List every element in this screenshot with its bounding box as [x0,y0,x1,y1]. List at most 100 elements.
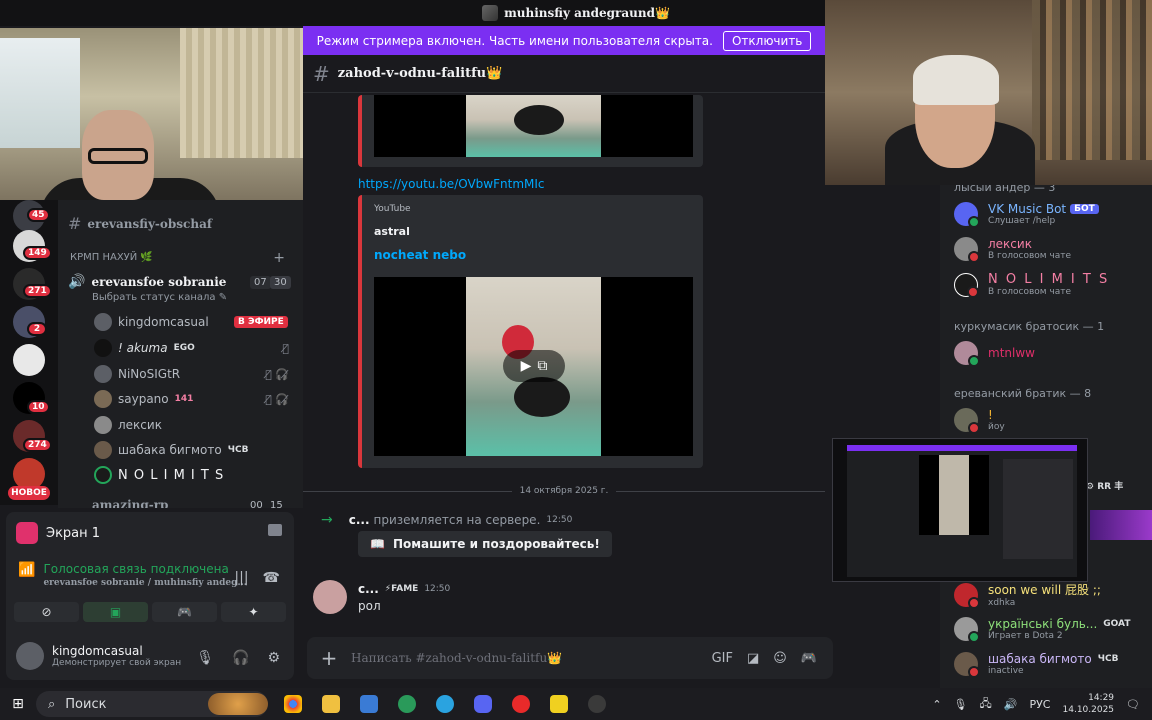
voice-connection-status[interactable]: 📶 Голосовая связь подключена erevansfoe … [18,562,247,588]
message-author[interactable]: с... [358,582,379,596]
voice-user[interactable]: saypano 141 [94,390,193,408]
disable-streamer-mode-button[interactable]: Отключить [722,30,812,51]
gamepad-icon[interactable]: 🎮 [801,651,817,666]
play-button[interactable]: ▶ ⧉ [503,350,565,382]
clock[interactable]: 14:29 14.10.2025 [1063,692,1115,716]
member-name: mtnlww [988,346,1035,360]
notification-icon[interactable]: 🗨 [1126,698,1140,711]
camera-off-button[interactable]: ⊘ [14,602,79,622]
user-controls: 🎙 🎧 ⚙ [196,650,280,666]
language-indicator[interactable]: РУС [1029,698,1050,711]
server-icon[interactable]: 149 [13,230,52,262]
member-item[interactable]: mtnlww [954,341,1035,367]
member-item[interactable]: лексик В голосовом чате [954,237,1071,263]
chrome-icon[interactable] [284,695,302,713]
join-user[interactable]: с... [349,513,370,527]
stream-preview-pip[interactable] [832,438,1088,582]
voice-user[interactable]: шабака бигмото ЧСВ [94,441,248,459]
chat-area: # zahod-v-odnu-falitfu👑 https://youtu.be… [303,55,833,688]
voice-user-limit: 15 [270,500,283,508]
chevron-up-icon[interactable]: ⌃ [932,698,941,711]
voice-user[interactable]: NiNoSIGtR [94,365,180,383]
headphones-icon[interactable]: 🎧 [232,650,249,666]
member-item[interactable]: N O L I M I T S В голосовом чате [954,272,1109,298]
avatar[interactable] [313,580,347,614]
join-text: приземляется на сервере. [373,513,541,527]
activities-button[interactable]: 🎮 [152,602,217,622]
disconnect-icon[interactable]: ☎ [263,570,280,586]
avatar [954,652,980,678]
app-icon[interactable] [398,695,416,713]
gif-icon[interactable]: GIF [712,651,733,666]
member-item[interactable]: soon we will 屁股 ;; xdhka [954,581,1101,609]
taskbar-search[interactable]: ⌕ Поиск [36,691,268,717]
voice-channel-amazing-rp[interactable]: amazing-rp [68,498,168,508]
sticker-icon[interactable]: ◪ [747,651,759,666]
set-channel-status[interactable]: Выбрать статус канала ✎ [92,292,227,303]
channel-erevansfiy-obschaf[interactable]: # erevansfiy-obschaf [68,214,212,233]
network-icon[interactable]: 🖧 [980,695,992,714]
voice-user[interactable]: kingdomcasual [94,313,209,331]
mic-icon[interactable]: 🎙 [954,698,968,711]
yandex-icon[interactable] [512,695,530,713]
server-icon[interactable]: 45 [13,200,50,232]
volume-icon[interactable]: 🔊 [1004,698,1018,711]
soundboard-button[interactable]: ✦ [221,602,286,622]
emoji-icon[interactable]: ☺ [773,651,787,666]
member-item[interactable]: шабака бигмото ЧСВ inactive [954,652,1118,678]
deafened-icon: 🎙̸ 🎧̸ [265,368,289,381]
video-thumbnail[interactable] [374,95,693,157]
telegram-icon[interactable] [436,695,454,713]
link-text: https://youtu.be/OVbwFntmMIc [358,177,545,191]
voice-panel: Экран 1 📶 Голосовая связь подключена ere… [6,512,294,680]
server-icon[interactable]: 10 [13,382,50,414]
member-item[interactable]: українські буль... GOAT Играет в Dota 2 [954,617,1130,643]
server-icon[interactable]: 274 [13,420,52,452]
voice-user[interactable]: ! akuma EGO [94,339,195,357]
server-icon[interactable] [13,344,45,376]
video-shoe [514,105,564,135]
mic-icon[interactable]: 🎙 [196,650,214,666]
server-icon[interactable]: 2 [13,306,47,338]
signal-icon: 📶 [18,562,36,578]
video-player[interactable]: ▶ ⧉ [374,277,693,456]
member-item[interactable]: ! йоу [954,408,1005,434]
user-panel[interactable]: kingdomcasual Демонстрирует свой экран [16,642,181,670]
embed-title[interactable]: nocheat nebo [374,248,466,262]
gear-icon[interactable]: ⚙ [267,650,280,666]
embed-author: astral [374,225,410,238]
attach-icon[interactable]: + [307,646,351,670]
user-tag: 141 [174,394,194,404]
store-icon[interactable] [360,695,378,713]
channel-title: zahod-v-odnu-falitfu👑 [337,66,503,81]
youtube-link[interactable]: https://youtu.be/OVbwFntmMIc [358,177,545,191]
member-item[interactable]: VK Music Bot БОТ Слушает /help [954,202,1099,228]
voice-channel-erevansfoe-sobranie[interactable]: 🔊 erevansfoe sobranie [68,274,226,290]
add-channel-icon[interactable]: + [273,250,285,266]
new-servers-badge[interactable]: НОВОЕ [8,486,50,500]
message-composer: + GIF ◪ ☺ 🎮 [307,637,833,679]
file-explorer-icon[interactable] [322,695,340,713]
avatar [16,642,44,670]
member-banner [1090,510,1152,540]
member-name: лексик [988,237,1032,251]
chat-header: # zahod-v-odnu-falitfu👑 [303,55,825,93]
voice-user[interactable]: лексик [94,416,162,434]
video-shoe [514,377,570,417]
voice-action-buttons: ⊘ ▣ 🎮 ✦ [14,602,286,622]
channel-category[interactable]: КРМП НАХУЙ 🌿 [70,252,153,263]
discord-icon[interactable] [474,695,492,713]
obs-icon[interactable] [588,695,606,713]
member-name: soon we will 屁股 ;; [988,583,1101,597]
voice-user[interactable]: N O L I M I T S [94,466,224,484]
server-icon[interactable]: 271 [13,268,52,300]
windows-start-icon[interactable]: ⊞ [0,696,36,712]
screen-share-button[interactable]: ▣ [83,602,148,622]
app-icon[interactable] [550,695,568,713]
stop-stream-icon[interactable] [268,524,282,536]
message-input[interactable] [351,651,712,665]
noise-suppression-icon[interactable]: ||| [234,570,248,586]
member-status: inactive [988,666,1024,676]
unread-badge: 271 [23,284,52,298]
wave-button[interactable]: 📖 Помашите и поздоровайтесь! [358,531,612,557]
